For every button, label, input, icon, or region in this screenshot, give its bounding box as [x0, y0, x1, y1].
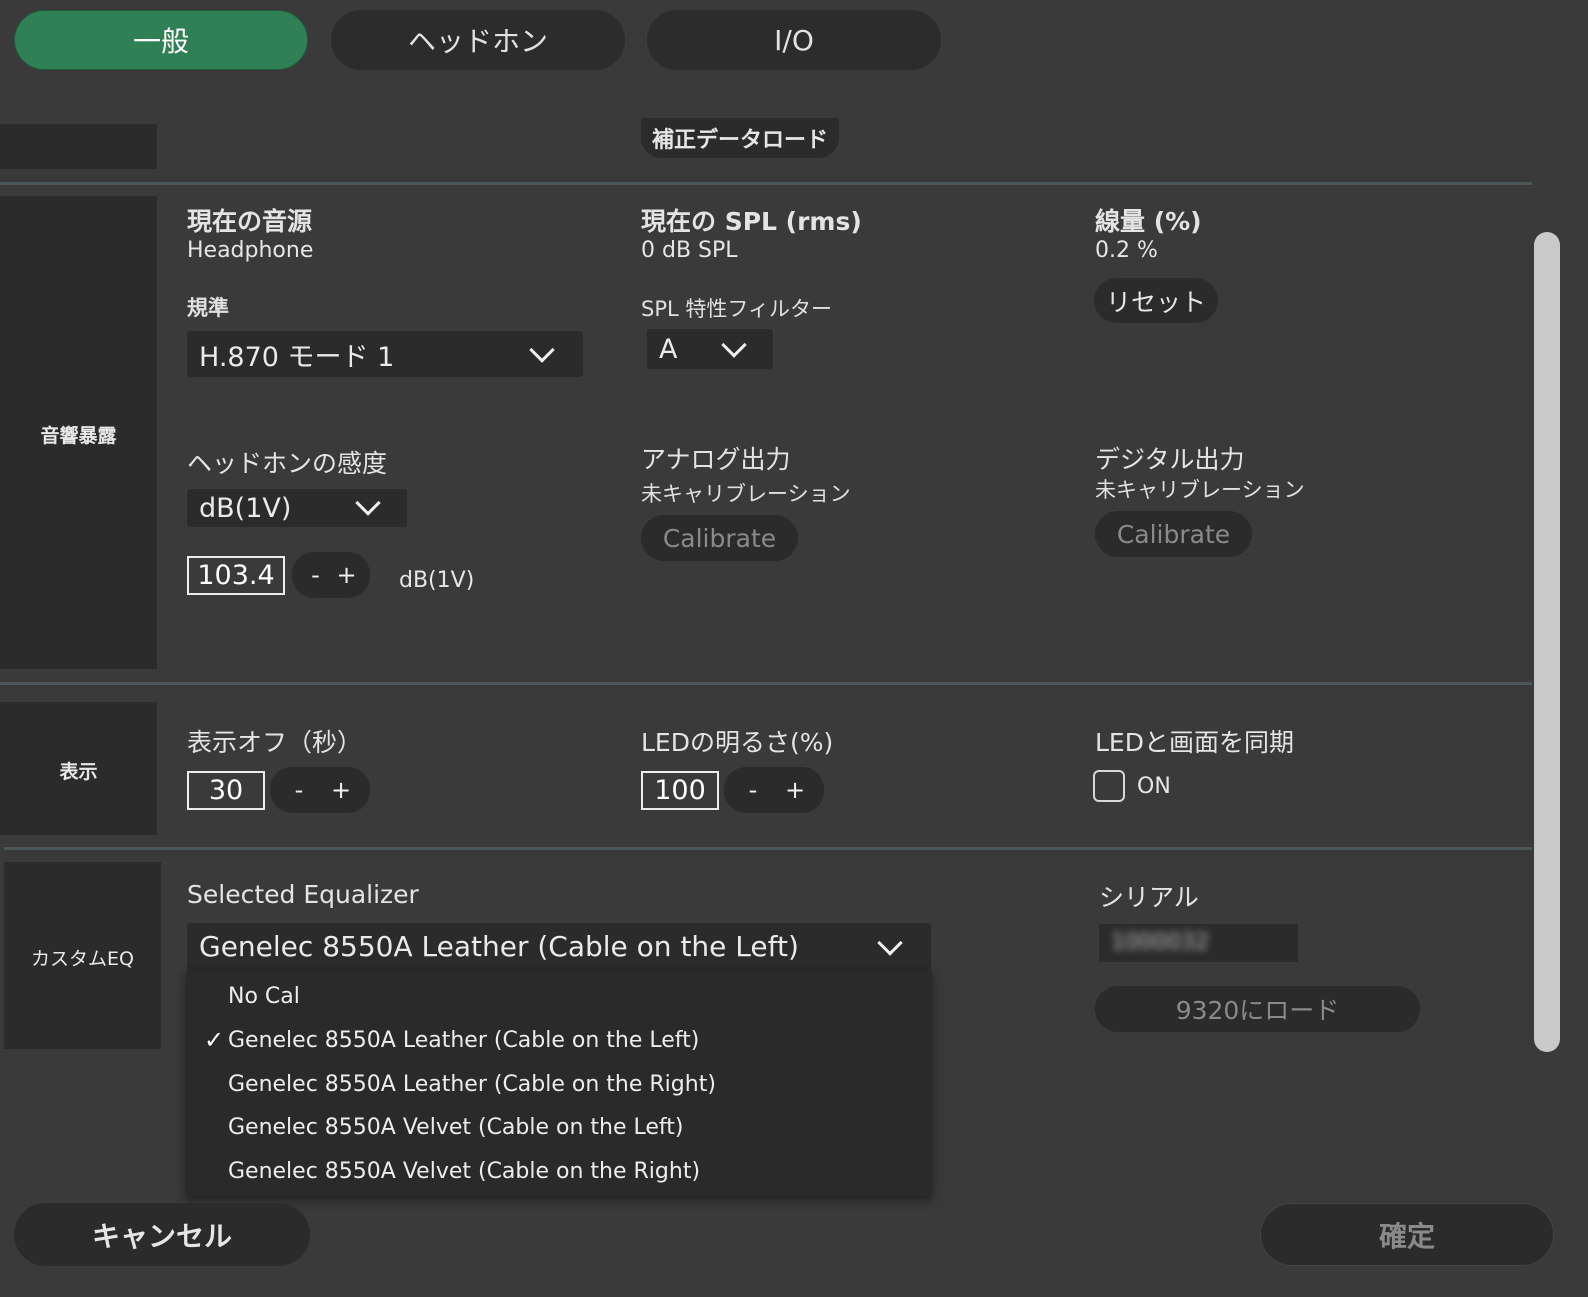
- dose-label: 線量 (%): [1095, 207, 1202, 236]
- spl-filter-value: A: [659, 333, 678, 365]
- serial-field: 1000032: [1099, 924, 1298, 962]
- dose-value: 0.2 %: [1095, 238, 1158, 263]
- current-source-label: 現在の音源: [187, 207, 313, 236]
- digital-calibrate-button[interactable]: Calibrate: [1095, 511, 1252, 557]
- led-sync-label: LEDと画面を同期: [1095, 728, 1294, 757]
- sensitivity-stepper[interactable]: - +: [292, 552, 370, 598]
- chevron-down-icon: [529, 337, 555, 363]
- led-sync-on-label: ON: [1137, 774, 1171, 799]
- display-off-stepper[interactable]: - +: [270, 767, 370, 813]
- standard-select-value: H.870 モード 1: [199, 341, 395, 373]
- led-brightness-label: LEDの明るさ(%): [641, 728, 834, 757]
- reset-button[interactable]: リセット: [1094, 278, 1218, 323]
- analog-output-label: アナログ出力: [641, 445, 791, 474]
- cancel-button[interactable]: キャンセル: [14, 1203, 310, 1266]
- increment-button[interactable]: +: [326, 776, 356, 804]
- led-brightness-input[interactable]: 100: [641, 771, 719, 810]
- section-side-block: [0, 124, 157, 169]
- decrement-button[interactable]: -: [301, 561, 331, 589]
- spl-filter-label: SPL 特性フィルター: [641, 297, 832, 321]
- load-calibration-data-button[interactable]: 補正データロード: [641, 118, 839, 158]
- sensitivity-value-input[interactable]: 103.4: [187, 556, 285, 595]
- increment-button[interactable]: +: [780, 776, 810, 804]
- display-section-label: 表示: [59, 761, 98, 783]
- increment-button[interactable]: +: [332, 561, 362, 589]
- sensitivity-unit-label: dB(1V): [399, 568, 475, 593]
- tab-general[interactable]: 一般: [14, 10, 308, 70]
- chevron-down-icon: [877, 930, 903, 956]
- serial-value: 1000032: [1111, 930, 1209, 955]
- chevron-down-icon: [721, 332, 747, 358]
- load-to-device-button[interactable]: 9320にロード: [1095, 986, 1420, 1032]
- section-divider: [0, 682, 1532, 685]
- display-off-input[interactable]: 30: [187, 771, 265, 810]
- led-brightness-stepper[interactable]: - +: [724, 767, 824, 813]
- scrollbar[interactable]: [1534, 232, 1560, 1052]
- section-divider: [0, 182, 1532, 185]
- section-divider: [4, 847, 1532, 850]
- headphone-sensitivity-label: ヘッドホンの感度: [187, 449, 388, 478]
- current-spl-label: 現在の SPL (rms): [641, 207, 862, 236]
- tab-headphone[interactable]: ヘッドホン: [331, 10, 625, 70]
- menu-item[interactable]: Genelec 8550A Leather (Cable on the Righ…: [228, 1072, 716, 1097]
- exposure-section-label: 音響暴露: [40, 425, 117, 447]
- current-spl-value: 0 dB SPL: [641, 238, 738, 263]
- checkmark-icon: ✓: [204, 1026, 225, 1054]
- standard-label: 規準: [187, 296, 229, 320]
- analog-calibrate-button[interactable]: Calibrate: [641, 515, 798, 561]
- menu-item[interactable]: Genelec 8550A Velvet (Cable on the Left): [228, 1115, 684, 1140]
- decrement-button[interactable]: -: [284, 776, 314, 804]
- serial-label: シリアル: [1099, 883, 1199, 912]
- menu-item[interactable]: Genelec 8550A Leather (Cable on the Left…: [228, 1028, 699, 1053]
- led-sync-checkbox[interactable]: [1093, 770, 1125, 802]
- chevron-down-icon: [355, 490, 381, 516]
- spl-filter-select[interactable]: A: [647, 329, 773, 369]
- sensitivity-unit-select[interactable]: dB(1V): [187, 489, 407, 527]
- equalizer-dropdown-menu: No Cal ✓ Genelec 8550A Leather (Cable on…: [186, 970, 932, 1196]
- sensitivity-unit-select-value: dB(1V): [199, 492, 292, 524]
- standard-select[interactable]: H.870 モード 1: [187, 331, 583, 377]
- analog-output-status: 未キャリブレーション: [641, 482, 851, 506]
- menu-item[interactable]: Genelec 8550A Velvet (Cable on the Right…: [228, 1159, 700, 1184]
- selected-equalizer-label: Selected Equalizer: [187, 880, 419, 909]
- current-source-value: Headphone: [187, 238, 314, 263]
- digital-output-status: 未キャリブレーション: [1095, 478, 1305, 502]
- tab-io[interactable]: I/O: [647, 10, 941, 70]
- equalizer-select-value: Genelec 8550A Leather (Cable on the Left…: [199, 930, 799, 963]
- confirm-button[interactable]: 確定: [1260, 1203, 1554, 1266]
- eq-section-label: カスタムEQ: [31, 948, 134, 970]
- menu-item[interactable]: No Cal: [228, 984, 300, 1009]
- equalizer-select[interactable]: Genelec 8550A Leather (Cable on the Left…: [187, 923, 931, 970]
- digital-output-label: デジタル出力: [1095, 445, 1245, 474]
- decrement-button[interactable]: -: [738, 776, 768, 804]
- display-off-label: 表示オフ（秒）: [187, 728, 363, 757]
